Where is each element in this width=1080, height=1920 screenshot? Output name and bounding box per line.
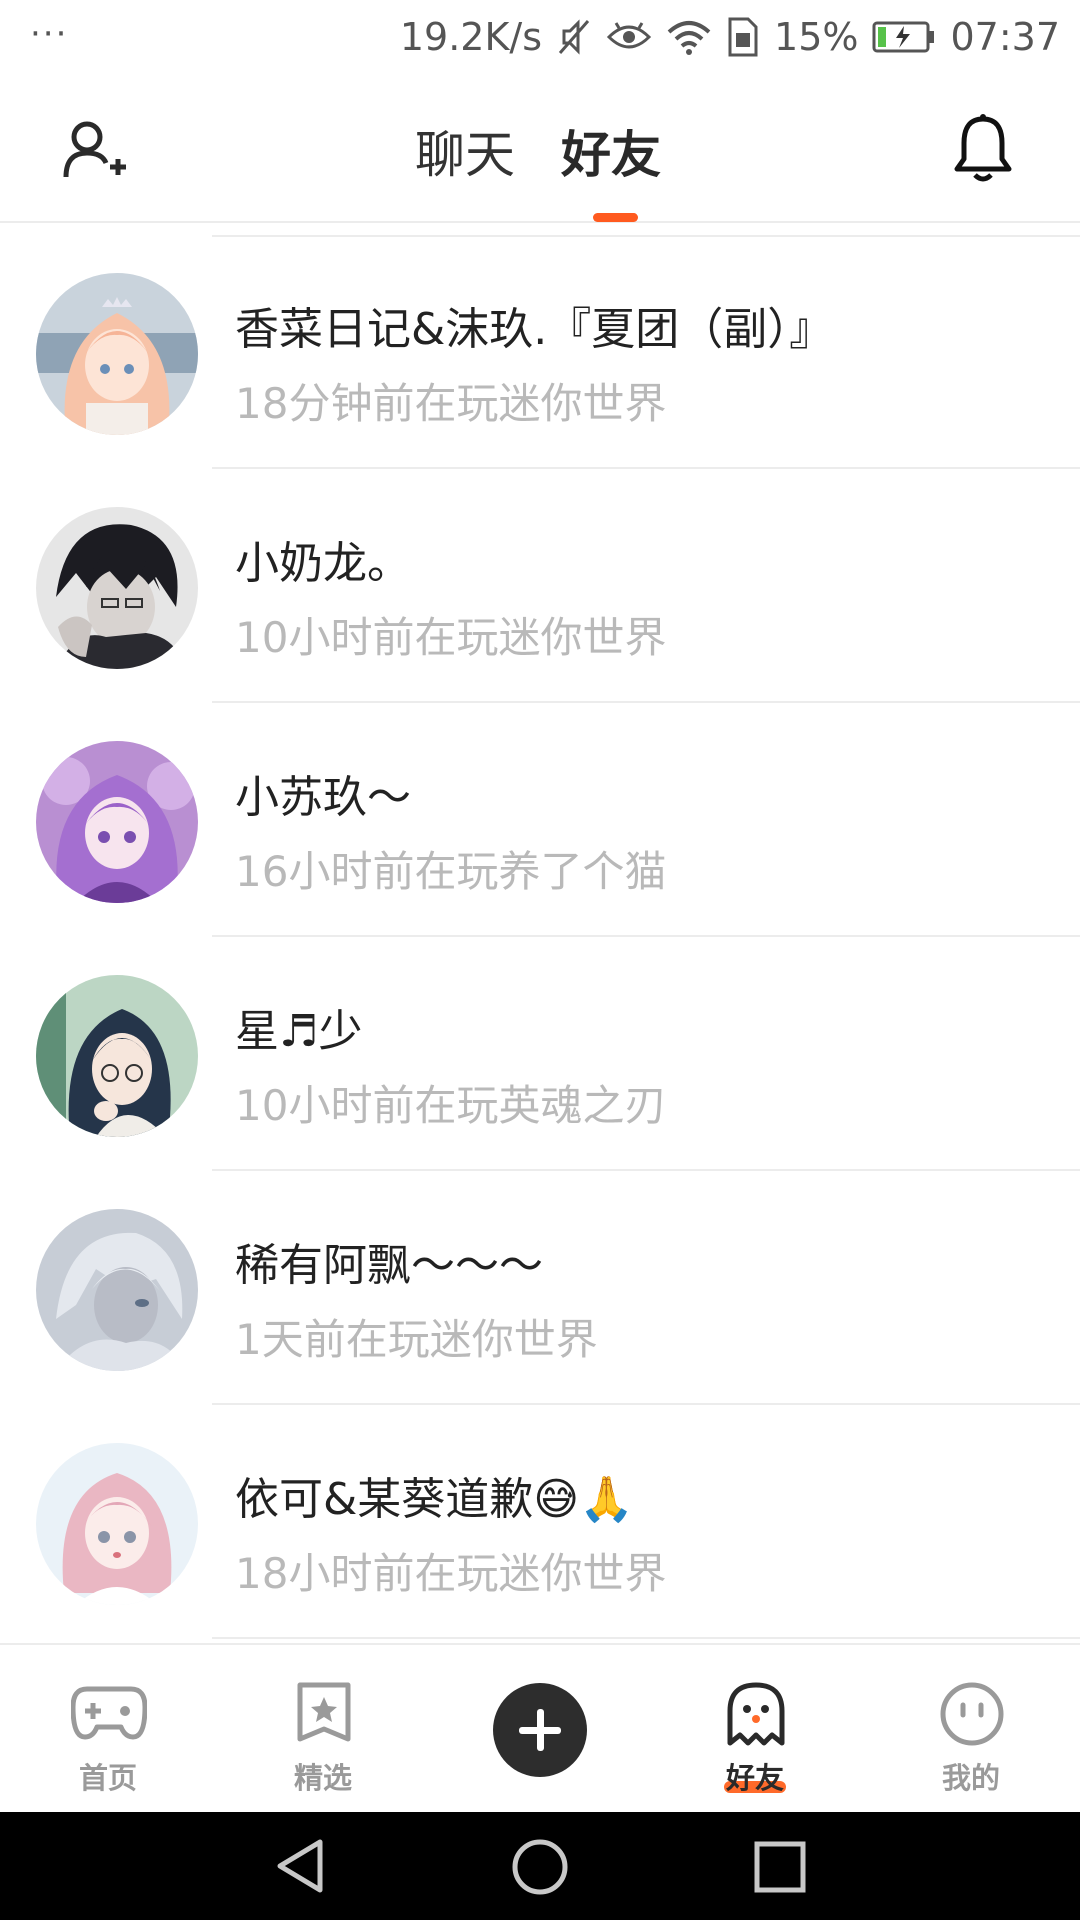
friend-status: 10小时前在玩英魂之刃 bbox=[235, 1081, 667, 1130]
friend-status: 10小时前在玩迷你世界 bbox=[235, 613, 667, 662]
network-speed: 19.2K/s bbox=[399, 15, 543, 59]
avatar[interactable] bbox=[36, 1443, 198, 1605]
battery-percent: 15% bbox=[774, 15, 859, 59]
top-bar: 聊天 好友 bbox=[0, 75, 1080, 223]
nav-picks-label: 精选 bbox=[293, 1761, 352, 1795]
status-icons: 19.2K/s 15% 07:37 bbox=[400, 12, 1060, 62]
battery-icon bbox=[872, 20, 936, 54]
anime-girl-purple-hair-icon bbox=[36, 741, 198, 903]
anime-boy-dark-hair-icon bbox=[36, 507, 198, 669]
anime-girl-peach-hair-icon bbox=[36, 273, 198, 435]
active-tab-indicator bbox=[593, 213, 638, 222]
friend-name: 星♬少 bbox=[235, 1006, 363, 1057]
tab-friends[interactable]: 好友 bbox=[561, 115, 661, 187]
friend-name: 小奶龙。 bbox=[235, 538, 411, 589]
friend-list-item[interactable]: 小奶龙。 10小时前在玩迷你世界 bbox=[0, 469, 1080, 703]
nav-home-label: 首页 bbox=[78, 1761, 137, 1795]
home-circle-icon[interactable] bbox=[511, 1838, 569, 1896]
back-triangle-icon[interactable] bbox=[274, 1838, 330, 1894]
divider bbox=[212, 1637, 1080, 1639]
nav-friends-label: 好友 bbox=[725, 1761, 784, 1795]
avatar[interactable] bbox=[36, 741, 198, 903]
friend-list-item[interactable]: 星♬少 10小时前在玩英魂之刃 bbox=[0, 937, 1080, 1171]
smiley-face-icon bbox=[940, 1682, 1004, 1746]
friend-status: 18小时前在玩迷你世界 bbox=[235, 1549, 667, 1598]
friend-name: 稀有阿飘～～～ bbox=[235, 1240, 543, 1291]
eye-icon bbox=[606, 20, 652, 54]
friend-name: 香菜日记&沫玖.『夏团（副）』 bbox=[235, 304, 834, 355]
bell-icon bbox=[954, 114, 1012, 182]
avatar[interactable] bbox=[36, 273, 198, 435]
friend-list-item[interactable]: 稀有阿飘～～～ 1天前在玩迷你世界 bbox=[0, 1171, 1080, 1405]
friend-list-item[interactable]: 香菜日记&沫玖.『夏团（副）』 18分钟前在玩迷你世界 bbox=[0, 235, 1080, 469]
friend-status: 18分钟前在玩迷你世界 bbox=[235, 379, 667, 428]
sim-icon bbox=[726, 17, 760, 57]
create-button[interactable] bbox=[493, 1683, 587, 1777]
avatar[interactable] bbox=[36, 507, 198, 669]
avatar[interactable] bbox=[36, 975, 198, 1137]
header-tabs: 聊天 好友 bbox=[0, 75, 1080, 223]
system-navigation-bar bbox=[0, 1812, 1080, 1920]
bottom-navigation: 首页 精选 好友 我的 bbox=[0, 1643, 1080, 1812]
friend-name: 小苏玖～ bbox=[235, 772, 411, 823]
friend-list-item[interactable]: 依可&某葵道歉😅🙏 18小时前在玩迷你世界 bbox=[0, 1405, 1080, 1639]
gamepad-icon bbox=[71, 1686, 147, 1740]
ghost-icon bbox=[727, 1682, 785, 1746]
nav-me[interactable]: 我的 bbox=[896, 1645, 1046, 1814]
clock: 07:37 bbox=[950, 15, 1060, 59]
bookmark-star-icon bbox=[297, 1682, 351, 1742]
nav-friends[interactable]: 好友 bbox=[680, 1645, 830, 1814]
anime-boy-grey-icon bbox=[36, 1209, 198, 1371]
mute-icon bbox=[556, 17, 592, 57]
friend-status: 16小时前在玩养了个猫 bbox=[235, 847, 667, 896]
nav-home[interactable]: 首页 bbox=[33, 1645, 183, 1814]
recents-square-icon[interactable] bbox=[753, 1840, 807, 1894]
friend-list-item[interactable]: 小苏玖～ 16小时前在玩养了个猫 bbox=[0, 703, 1080, 937]
nav-me-label: 我的 bbox=[941, 1761, 1000, 1795]
wifi-icon bbox=[666, 18, 712, 56]
friend-status: 1天前在玩迷你世界 bbox=[235, 1315, 598, 1364]
nav-picks[interactable]: 精选 bbox=[248, 1645, 398, 1814]
avatar[interactable] bbox=[36, 1209, 198, 1371]
notifications-button[interactable] bbox=[952, 113, 1014, 185]
anime-girl-pink-hair-icon bbox=[36, 1443, 198, 1605]
friend-name: 依可&某葵道歉😅🙏 bbox=[235, 1474, 634, 1525]
notification-dots: ··· bbox=[30, 14, 69, 54]
tab-chat[interactable]: 聊天 bbox=[415, 115, 515, 187]
anime-girl-glasses-icon bbox=[36, 975, 198, 1137]
status-bar: ··· 19.2K/s 15% 07:37 bbox=[0, 0, 1080, 75]
